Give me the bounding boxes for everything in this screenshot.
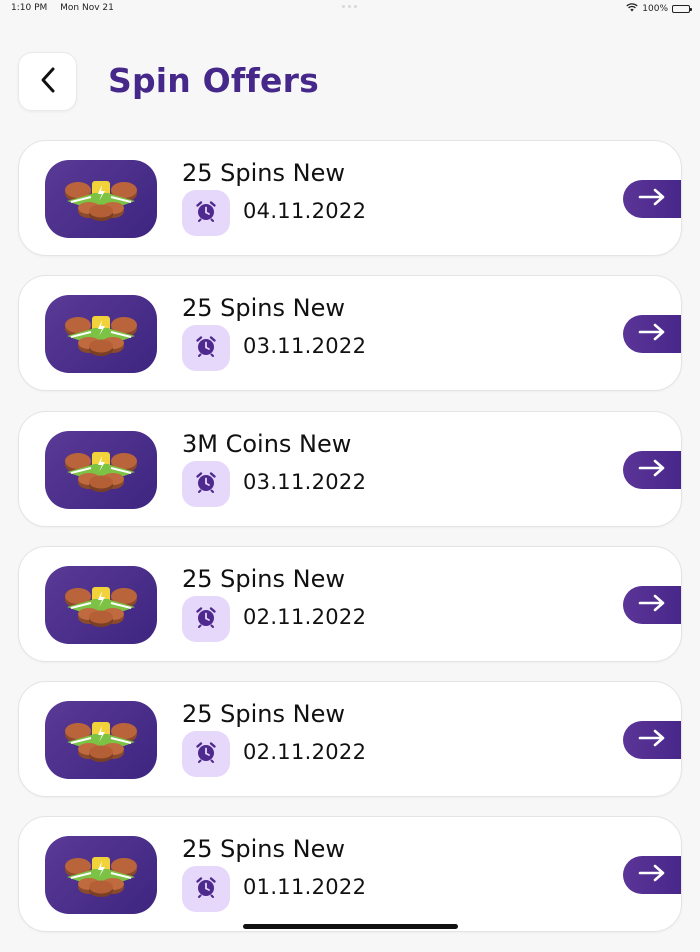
- arrow-right-icon: [638, 188, 666, 210]
- offer-date: 02.11.2022: [243, 740, 367, 765]
- coin-master-spins-icon: [45, 295, 157, 374]
- coin-master-spins-icon: [45, 701, 157, 780]
- offer-card[interactable]: 25 Spins New 03.11.2022: [18, 275, 682, 392]
- offer-card[interactable]: 25 Spins New 02.11.2022: [18, 545, 682, 662]
- open-offer-button[interactable]: [623, 450, 681, 489]
- battery-percent: 100%: [642, 4, 668, 14]
- date-badge: [182, 325, 230, 372]
- open-offer-button[interactable]: [623, 856, 681, 895]
- open-offer-button[interactable]: [623, 180, 681, 218]
- date-badge: [182, 866, 230, 913]
- alarm-clock-icon: [195, 471, 217, 497]
- date-badge: [182, 731, 230, 778]
- coin-master-spins-icon: [45, 565, 157, 644]
- date-badge: [182, 460, 230, 507]
- wifi-icon: [626, 3, 638, 15]
- offer-card[interactable]: 25 Spins New 01.11.2022: [18, 816, 682, 933]
- offer-date: 01.11.2022: [243, 875, 367, 900]
- battery-icon: [672, 5, 692, 13]
- arrow-right-icon: [638, 323, 666, 345]
- home-indicator[interactable]: [243, 924, 458, 929]
- alarm-clock-icon: [195, 606, 217, 632]
- chevron-left-icon: [39, 66, 57, 98]
- alarm-clock-icon: [195, 741, 217, 767]
- offer-date: 03.11.2022: [243, 334, 367, 359]
- date-badge: [182, 190, 230, 236]
- offer-card[interactable]: 25 Spins New 04.11.2022: [18, 140, 682, 256]
- offer-title: 25 Spins New: [182, 159, 345, 187]
- back-button[interactable]: [18, 52, 77, 111]
- arrow-right-icon: [638, 729, 666, 751]
- offer-title: 25 Spins New: [182, 835, 345, 864]
- alarm-clock-icon: [195, 200, 217, 226]
- offer-title: 25 Spins New: [182, 700, 345, 729]
- offer-date: 03.11.2022: [243, 469, 367, 494]
- offer-list: 25 Spins New 04.11.2022 25 Spins New 03.…: [18, 140, 682, 952]
- coin-master-spins-icon: [45, 160, 157, 238]
- multitasking-dots[interactable]: [342, 5, 357, 8]
- offer-date: 04.11.2022: [243, 199, 367, 223]
- offer-title: 3M Coins New: [182, 429, 352, 458]
- open-offer-button[interactable]: [623, 315, 681, 354]
- arrow-right-icon: [638, 594, 666, 616]
- date-badge: [182, 595, 230, 642]
- offer-card[interactable]: 25 Spins New 02.11.2022: [18, 681, 682, 798]
- status-time: 1:10 PM: [11, 3, 48, 13]
- offer-card[interactable]: 3M Coins New 03.11.2022: [18, 410, 682, 527]
- coin-master-spins-icon: [45, 836, 157, 915]
- status-bar: 1:10 PM Mon Nov 21 100%: [0, 0, 700, 18]
- status-date: Mon Nov 21: [60, 3, 114, 13]
- alarm-clock-icon: [195, 335, 217, 361]
- open-offer-button[interactable]: [623, 585, 681, 624]
- header: Spin Offers: [0, 50, 700, 114]
- open-offer-button[interactable]: [623, 721, 681, 760]
- offer-date: 02.11.2022: [243, 604, 367, 629]
- coin-master-spins-icon: [45, 430, 157, 509]
- arrow-right-icon: [638, 864, 666, 886]
- page-title: Spin Offers: [108, 61, 319, 100]
- offer-title: 25 Spins New: [182, 294, 345, 323]
- alarm-clock-icon: [195, 876, 217, 902]
- offer-title: 25 Spins New: [182, 564, 345, 593]
- arrow-right-icon: [638, 459, 666, 481]
